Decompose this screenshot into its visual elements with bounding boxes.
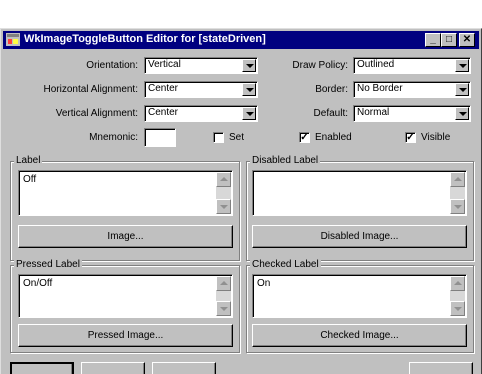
combo-arrow-icon[interactable]	[242, 83, 256, 96]
combo-arrow-icon[interactable]	[242, 107, 256, 120]
visible-checkbox-box[interactable]: ✓	[405, 132, 416, 143]
pressed-label-text: On/Off	[23, 278, 53, 289]
close-icon: ✕	[462, 34, 472, 45]
maximize-button[interactable]: □	[441, 33, 457, 47]
checked-label-scrollbar[interactable]	[450, 276, 465, 316]
checked-label-group: Checked Label On Checked Image...	[246, 259, 474, 353]
default-select[interactable]: Normal	[353, 105, 471, 122]
draw-policy-value: Outlined	[357, 59, 395, 70]
orientation-label: Orientation:	[86, 60, 138, 71]
pressed-label-group-title: Pressed Label	[14, 259, 82, 270]
scroll-down-icon[interactable]	[450, 199, 465, 214]
set-checkbox-label: Set	[229, 132, 245, 143]
checked-label-text-area[interactable]: On	[252, 274, 467, 318]
scroll-up-icon[interactable]	[450, 276, 465, 291]
scroll-down-icon[interactable]	[216, 301, 231, 316]
orientation-value: Vertical	[148, 59, 181, 70]
disabled-label-group: Disabled Label Disabled Image...	[246, 155, 474, 261]
bottom-button-2[interactable]	[81, 362, 145, 374]
horizontal-alignment-select[interactable]: Center	[144, 81, 258, 98]
bottom-button-3[interactable]	[152, 362, 216, 374]
checked-image-button[interactable]: Checked Image...	[252, 324, 467, 347]
minimize-icon: _	[430, 34, 436, 45]
horizontal-alignment-value: Center	[148, 83, 179, 94]
label-text-area[interactable]: Off	[18, 170, 233, 216]
scroll-down-icon[interactable]	[216, 199, 231, 214]
label-group-title: Label	[14, 155, 43, 166]
mnemonic-input[interactable]	[144, 128, 176, 147]
orientation-select[interactable]: Vertical	[144, 57, 258, 74]
title-bar[interactable]: WkImageToggleButton Editor for [stateDri…	[3, 31, 479, 49]
scroll-up-icon[interactable]	[216, 276, 231, 291]
default-value: Normal	[357, 107, 390, 118]
horizontal-alignment-label: Horizontal Alignment:	[43, 84, 139, 95]
combo-arrow-icon[interactable]	[242, 59, 256, 72]
set-checkbox[interactable]: Set	[213, 132, 244, 143]
maximize-icon: □	[445, 34, 453, 45]
border-value: No Border	[357, 83, 403, 94]
window-title: WkImageToggleButton Editor for [stateDri…	[24, 33, 266, 45]
pressed-label-scrollbar[interactable]	[216, 276, 231, 316]
mnemonic-label: Mnemonic:	[89, 132, 138, 143]
label-text: Off	[23, 174, 37, 185]
checkmark-icon: ✓	[300, 132, 309, 143]
checked-label-text: On	[257, 278, 271, 289]
image-button[interactable]: Image...	[18, 225, 233, 248]
vertical-alignment-value: Center	[148, 107, 179, 118]
disabled-image-button[interactable]: Disabled Image...	[252, 225, 467, 248]
draw-policy-label: Draw Policy:	[292, 60, 348, 71]
image-button-label: Image...	[107, 231, 144, 242]
scroll-down-icon[interactable]	[450, 301, 465, 316]
disabled-label-text-area[interactable]	[252, 170, 467, 216]
window-app-icon	[6, 33, 20, 46]
enabled-checkbox[interactable]: ✓ Enabled	[299, 132, 352, 143]
bottom-button-1[interactable]	[10, 362, 74, 374]
visible-checkbox-label: Visible	[421, 132, 451, 143]
scroll-up-icon[interactable]	[450, 172, 465, 187]
set-checkbox-box[interactable]	[213, 132, 224, 143]
combo-arrow-icon[interactable]	[455, 83, 469, 96]
pressed-label-text-area[interactable]: On/Off	[18, 274, 233, 318]
checkmark-icon: ✓	[406, 132, 415, 143]
draw-policy-select[interactable]: Outlined	[353, 57, 471, 74]
disabled-label-scrollbar[interactable]	[450, 172, 465, 214]
pressed-image-button-label: Pressed Image...	[87, 330, 164, 341]
close-button[interactable]: ✕	[459, 33, 475, 47]
checked-label-group-title: Checked Label	[250, 259, 321, 270]
minimize-button[interactable]: _	[425, 33, 441, 47]
disabled-image-button-label: Disabled Image...	[320, 231, 399, 242]
pressed-image-button[interactable]: Pressed Image...	[18, 324, 233, 347]
border-select[interactable]: No Border	[353, 81, 471, 98]
enabled-checkbox-box[interactable]: ✓	[299, 132, 310, 143]
label-scrollbar[interactable]	[216, 172, 231, 214]
visible-checkbox[interactable]: ✓ Visible	[405, 132, 450, 143]
enabled-checkbox-label: Enabled	[315, 132, 352, 143]
scroll-up-icon[interactable]	[216, 172, 231, 187]
checked-image-button-label: Checked Image...	[320, 330, 399, 341]
combo-arrow-icon[interactable]	[455, 107, 469, 120]
label-group: Label Off Image...	[10, 155, 240, 261]
editor-window: WkImageToggleButton Editor for [stateDri…	[0, 28, 482, 374]
border-label: Border:	[315, 84, 348, 95]
disabled-label-group-title: Disabled Label	[250, 155, 321, 166]
bottom-button-4[interactable]	[409, 362, 473, 374]
vertical-alignment-select[interactable]: Center	[144, 105, 258, 122]
combo-arrow-icon[interactable]	[455, 59, 469, 72]
default-label: Default:	[313, 108, 348, 119]
vertical-alignment-label: Vertical Alignment:	[55, 108, 138, 119]
pressed-label-group: Pressed Label On/Off Pressed Image...	[10, 259, 240, 353]
